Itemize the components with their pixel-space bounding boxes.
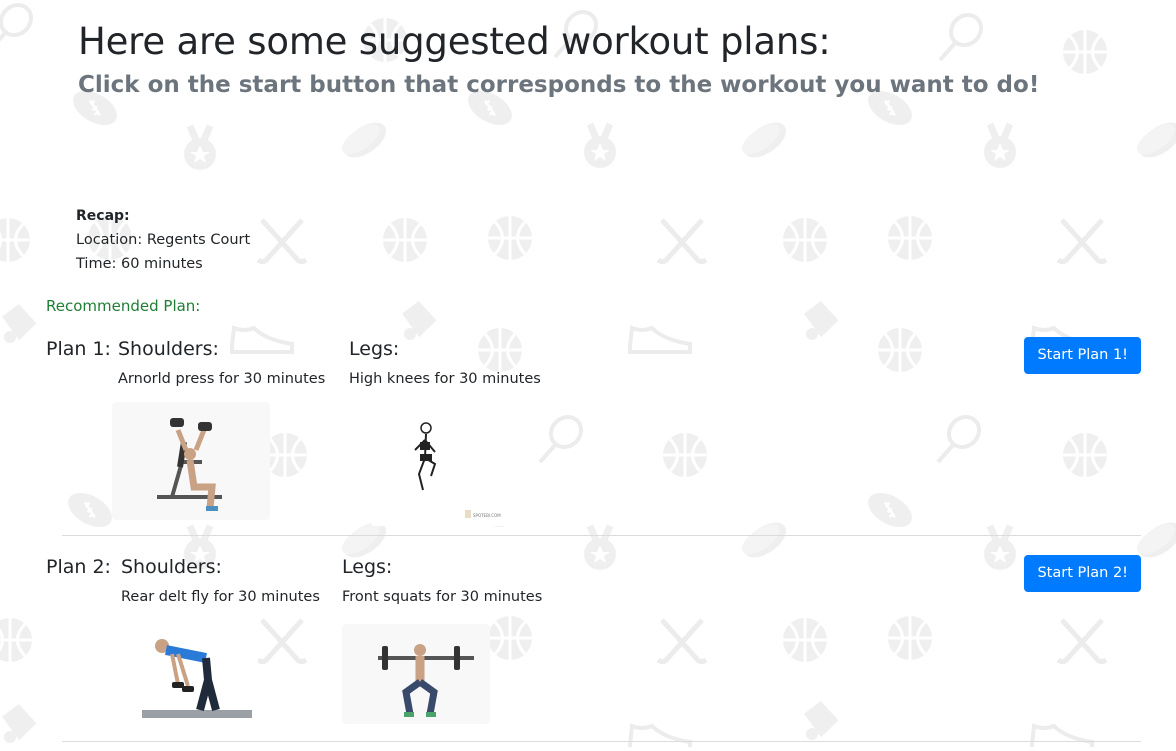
- exercise-description: High knees for 30 minutes: [349, 371, 541, 387]
- plan-divider: [62, 741, 1141, 742]
- high-knees-image: SPOTEBI.COM: [371, 412, 531, 526]
- plan-group-shoulders: Shoulders: Arnorld press for 30 minutes: [118, 338, 325, 387]
- exercise-description: Rear delt fly for 30 minutes: [121, 589, 320, 605]
- recap-section: Recap: Location: Regents Court Time: 60 …: [76, 204, 250, 276]
- group-title: Shoulders:: [121, 556, 222, 578]
- plan-divider: [62, 535, 1141, 536]
- group-title: Legs:: [342, 556, 393, 578]
- group-title: Legs:: [349, 338, 400, 360]
- page-title: Here are some suggested workout plans:: [78, 20, 831, 63]
- exercise-description: Front squats for 30 minutes: [342, 589, 543, 605]
- plan-card-1: Plan 1: Shoulders: Arnorld press for 30 …: [46, 337, 1141, 528]
- front-squats-image: [342, 624, 490, 724]
- page-subtitle: Click on the start button that correspon…: [78, 72, 1040, 98]
- exercise-description: Arnorld press for 30 minutes: [118, 371, 326, 387]
- recap-time: Time: 60 minutes: [76, 256, 203, 272]
- plan-group-shoulders: Shoulders: Rear delt fly for 30 minutes: [121, 556, 320, 605]
- svg-text:SPOTEBI.COM: SPOTEBI.COM: [473, 513, 501, 518]
- rear-delt-fly-image: [138, 628, 258, 724]
- start-plan-2-button[interactable]: Start Plan 2!: [1024, 555, 1141, 592]
- plan-card-2: Plan 2: Shoulders: Rear delt fly for 30 …: [46, 555, 1141, 741]
- main-content: Here are some suggested workout plans: C…: [0, 0, 1176, 747]
- plan-label: Plan 1:: [46, 338, 111, 360]
- recap-heading: Recap:: [76, 208, 130, 224]
- recommended-plan-label: Recommended Plan:: [46, 297, 201, 315]
- plan-group-legs: Legs: Front squats for 30 minutes: [342, 556, 542, 605]
- group-title: Shoulders:: [118, 338, 219, 360]
- start-plan-1-button[interactable]: Start Plan 1!: [1024, 337, 1141, 374]
- plan-group-legs: Legs: High knees for 30 minutes: [349, 338, 541, 387]
- plan-label: Plan 2:: [46, 556, 111, 578]
- arnold-press-image: [112, 402, 270, 520]
- recap-location: Location: Regents Court: [76, 232, 251, 248]
